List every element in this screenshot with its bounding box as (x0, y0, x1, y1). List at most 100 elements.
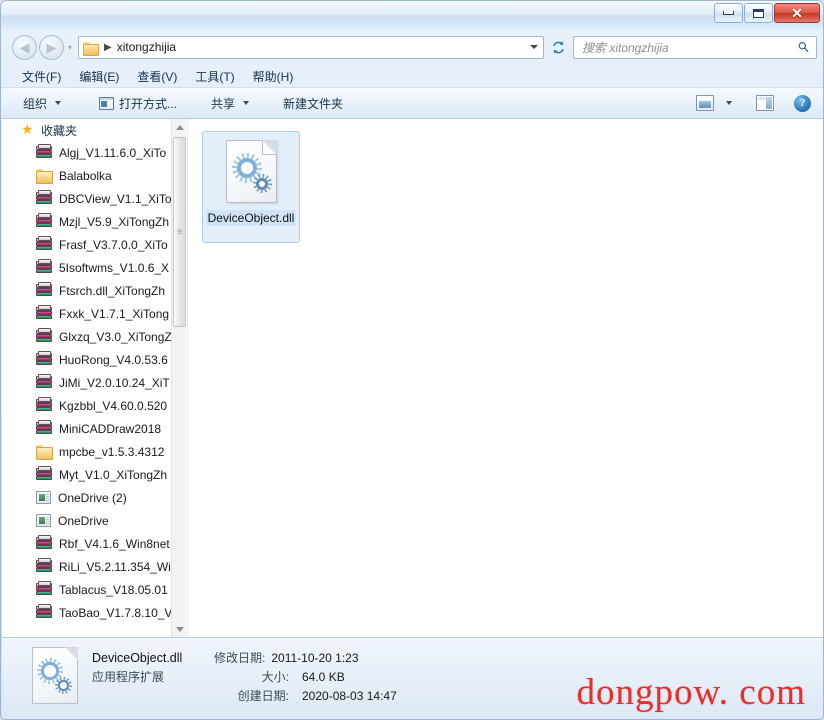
chevron-down-icon[interactable] (530, 45, 538, 49)
drive-icon (36, 491, 51, 504)
recent-pages-button[interactable]: ▾ (64, 36, 76, 58)
minimize-button[interactable] (714, 3, 743, 23)
chevron-down-icon (243, 101, 250, 105)
archive-icon (36, 235, 52, 252)
archive-icon (36, 304, 52, 321)
archive-icon (36, 143, 52, 160)
sidebar-item-label: RiLi_V5.2.11.354_Wi (59, 559, 171, 574)
details-size-value: 64.0 KB (302, 670, 345, 684)
open-with-button[interactable]: 打开方式... (91, 92, 185, 115)
sidebar-item-label: MiniCADDraw2018 (59, 421, 162, 436)
change-view-button[interactable] (688, 92, 740, 114)
sidebar-item[interactable]: mpcbe_v1.5.3.4312 (2, 440, 174, 463)
menu-help[interactable]: 帮助(H) (246, 66, 301, 87)
sidebar-item-label: 5Isoftwms_V1.0.6_X (59, 260, 170, 275)
preview-pane-button[interactable] (748, 92, 782, 114)
archive-icon (36, 603, 52, 620)
file-list-pane[interactable]: DeviceObject.dll (188, 119, 823, 637)
command-toolbar: 组织 打开方式... 共享 新建文件夹 ? (1, 88, 823, 119)
sidebar-item[interactable]: DBCView_V1.1_XiTo (2, 187, 174, 210)
sidebar-item[interactable]: Ftsrch.dll_XiTongZh (2, 279, 174, 302)
details-file-name: DeviceObject.dll (92, 651, 183, 665)
maximize-button[interactable] (744, 3, 773, 23)
favorites-label: 收藏夹 (41, 123, 78, 138)
preview-pane-icon (756, 95, 774, 111)
sidebar-item[interactable]: Algj_V1.11.6.0_XiTo (2, 141, 174, 164)
sidebar-item[interactable]: OneDrive (2) (2, 486, 174, 509)
back-button[interactable]: ◀ (12, 34, 37, 60)
details-created-key: 创建日期: (237, 689, 289, 703)
watermark-text: dongpow. com (576, 672, 806, 713)
refresh-icon (552, 40, 564, 54)
refresh-button[interactable] (547, 36, 569, 58)
sidebar-item-label: Ftsrch.dll_XiTongZh (59, 283, 166, 298)
file-name-label: DeviceObject.dll (205, 210, 297, 226)
search-box[interactable]: 搜索 xitongzhijia (573, 35, 817, 59)
sidebar-item[interactable]: OneDrive (2, 509, 174, 532)
scroll-down-icon (175, 626, 184, 632)
sidebar-item-label: Myt_V1.0_XiTongZh (59, 467, 168, 482)
sidebar-item[interactable]: HuoRong_V4.0.53.6 (2, 348, 174, 371)
archive-icon (36, 465, 52, 482)
gear-small-icon (252, 174, 272, 193)
sidebar-item-label: Frasf_V3.7.0.0_XiTo (59, 237, 168, 252)
sidebar-item[interactable]: Tablacus_V18.05.01 (2, 578, 174, 601)
sidebar-item[interactable]: Kgzbbl_V4.60.0.520 (2, 394, 174, 417)
new-folder-button[interactable]: 新建文件夹 (275, 92, 351, 115)
sidebar-item-label: Mzjl_V5.9_XiTongZh (59, 214, 170, 229)
star-icon: ★ (21, 121, 34, 137)
details-file-type: 应用程序扩展 (92, 670, 165, 684)
help-button[interactable]: ? (786, 92, 819, 115)
sidebar-item[interactable]: Glxzq_V3.0_XiTongZ (2, 325, 174, 348)
sidebar-item-label: Fxxk_V1.7.1_XiTong (59, 306, 170, 321)
address-bar-row: ◀ ▶ ▾ ▶ xitongzhijia 搜索 xitongzhijia (1, 29, 823, 65)
sidebar-item[interactable]: Myt_V1.0_XiTongZh (2, 463, 174, 486)
archive-icon (36, 373, 52, 390)
sidebar-scrollbar[interactable] (171, 119, 186, 637)
menu-edit[interactable]: 编辑(E) (72, 66, 126, 87)
menu-file[interactable]: 文件(F) (15, 66, 68, 87)
sidebar-item[interactable]: Balabolka (2, 164, 174, 187)
sidebar-item[interactable]: TaoBao_V1.7.8.10_V (2, 601, 174, 624)
sidebar-item[interactable]: RiLi_V5.2.11.354_Wi (2, 555, 174, 578)
sidebar-item[interactable]: Rbf_V4.1.6_Win8net (2, 532, 174, 555)
scroll-down-button[interactable] (172, 621, 187, 637)
scroll-up-button[interactable] (172, 119, 187, 135)
close-icon: ✕ (791, 5, 803, 21)
sidebar-item[interactable]: 5Isoftwms_V1.0.6_X (2, 256, 174, 279)
sidebar-item[interactable]: Frasf_V3.7.0.0_XiTo (2, 233, 174, 256)
view-layout-icon (696, 95, 714, 111)
open-with-label: 打开方式... (119, 96, 178, 111)
forward-button[interactable]: ▶ (39, 34, 64, 60)
details-row-created: 创建日期: 2020-08-03 14:47 (92, 687, 397, 706)
sidebar-item[interactable]: MiniCADDraw2018 (2, 417, 174, 440)
sidebar-item[interactable]: Fxxk_V1.7.1_XiTong (2, 302, 174, 325)
sidebar-item-label: Rbf_V4.1.6_Win8net (59, 536, 170, 551)
archive-icon (36, 258, 52, 275)
details-modified-value: 2011-10-20 1:23 (271, 651, 359, 665)
share-button[interactable]: 共享 (203, 92, 257, 115)
sidebar-item-label: HuoRong_V4.0.53.6 (59, 352, 168, 367)
search-input[interactable]: 搜索 xitongzhijia (582, 39, 669, 56)
archive-icon (36, 350, 52, 367)
file-item-selected[interactable]: DeviceObject.dll (202, 131, 300, 243)
archive-icon (36, 396, 52, 413)
forward-arrow-icon: ▶ (46, 39, 57, 55)
navigation-pane: ★ 收藏夹 Algj_V1.11.6.0_XiTo Balabolka DBCV… (2, 119, 188, 637)
sidebar-item-label: JiMi_V2.0.10.24_XiT (59, 375, 170, 390)
sidebar-item[interactable]: Mzjl_V5.9_XiTongZh (2, 210, 174, 233)
sidebar-item[interactable]: JiMi_V2.0.10.24_XiT (2, 371, 174, 394)
favorites-header[interactable]: ★ 收藏夹 (2, 119, 174, 141)
archive-icon (36, 281, 52, 298)
close-button[interactable]: ✕ (774, 3, 820, 23)
scrollbar-thumb[interactable] (173, 137, 186, 327)
address-bar[interactable]: ▶ xitongzhijia (78, 35, 544, 59)
open-with-icon (99, 96, 115, 110)
breadcrumb-path[interactable]: xitongzhijia (117, 40, 176, 54)
organize-button[interactable]: 组织 (15, 92, 69, 115)
archive-icon (36, 580, 52, 597)
menu-tools[interactable]: 工具(T) (188, 66, 241, 87)
sidebar-item-label: TaoBao_V1.7.8.10_V (59, 605, 173, 620)
share-label: 共享 (211, 96, 236, 111)
menu-view[interactable]: 查看(V) (130, 66, 184, 87)
